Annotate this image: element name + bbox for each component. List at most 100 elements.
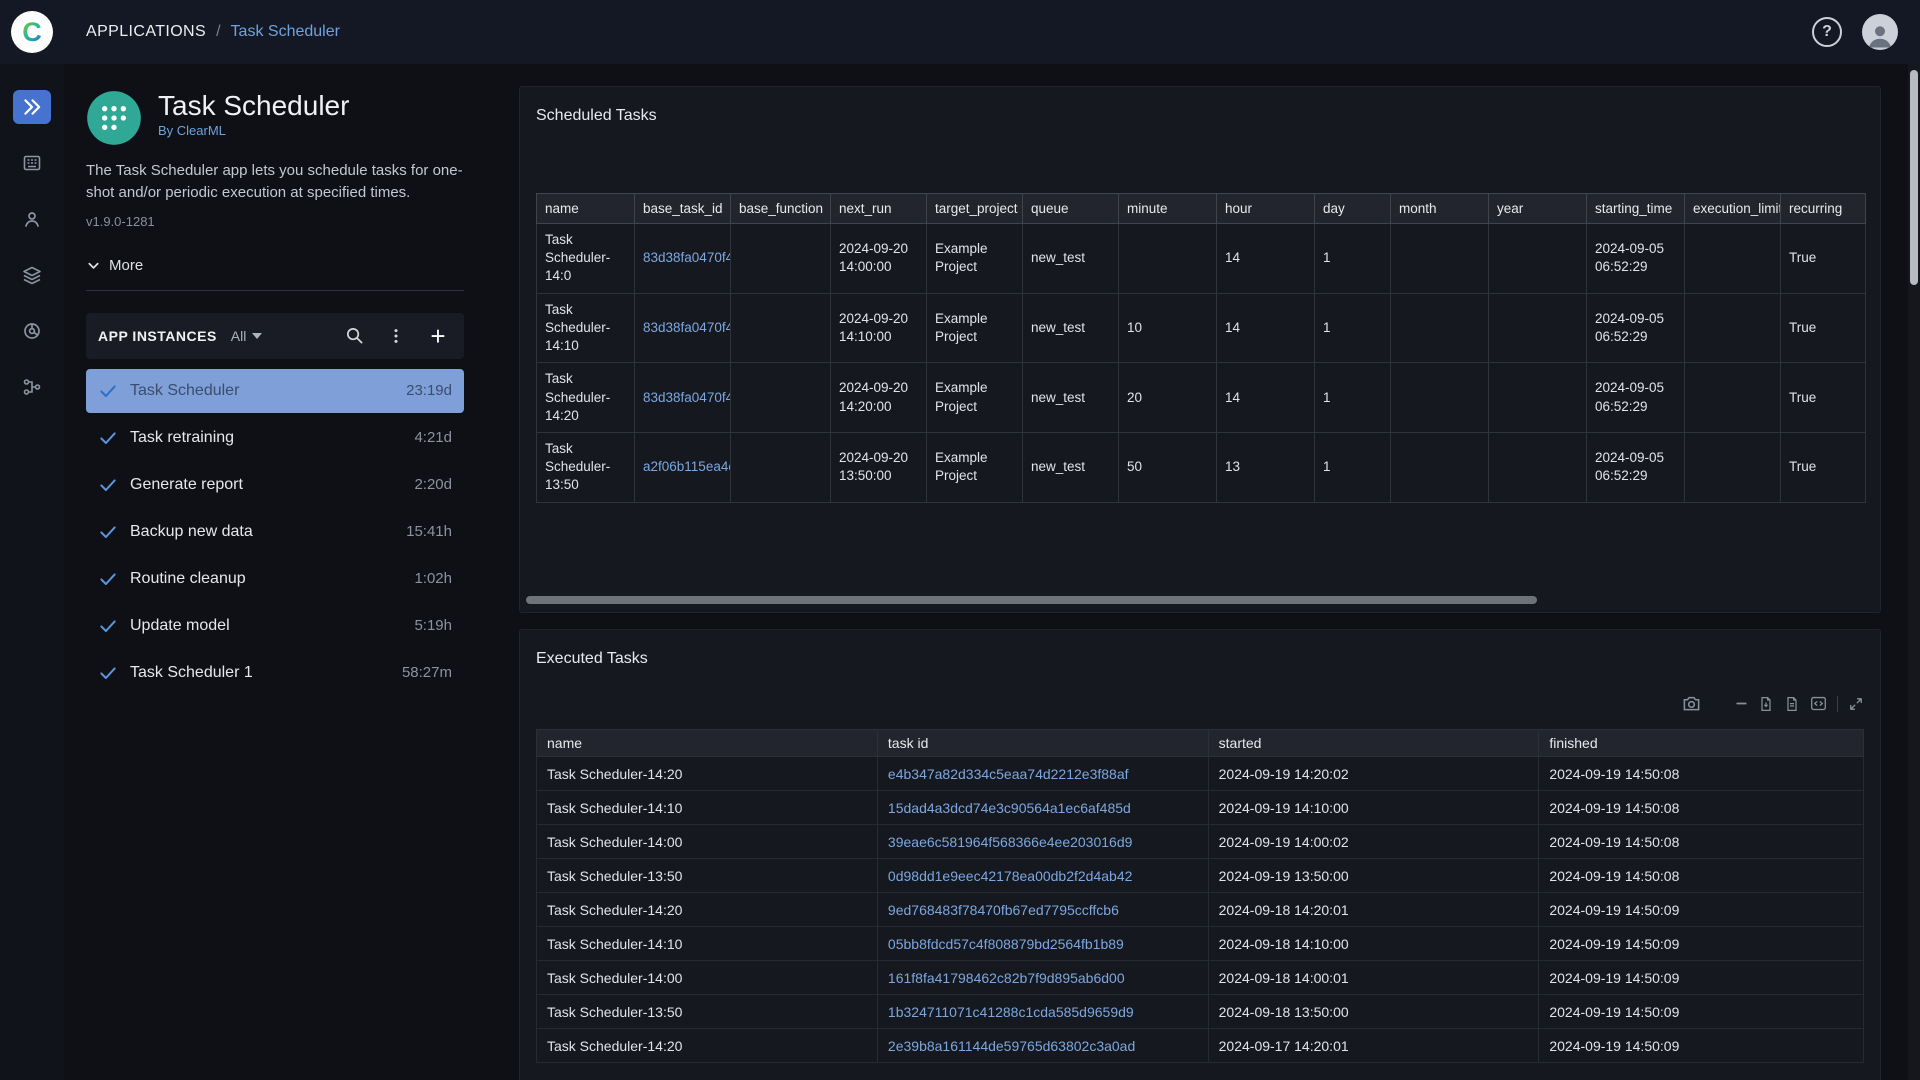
table-cell: True: [1780, 223, 1866, 294]
person-icon: [1868, 26, 1892, 48]
table-cell: 2024-09-19 14:50:08: [1538, 790, 1864, 825]
app-instance-item[interactable]: Task Scheduler 23:19d: [86, 368, 464, 413]
instances-filter-dropdown[interactable]: All: [231, 328, 263, 344]
app-instances-bar: APP INSTANCES All +: [86, 312, 464, 359]
table-cell: 2024-09-18 13:50:00: [1207, 994, 1540, 1029]
sidenav-pipelines[interactable]: [13, 370, 51, 404]
column-header: month: [1390, 193, 1489, 224]
sidenav-applications[interactable]: [13, 90, 51, 124]
table-cell: [1684, 362, 1781, 433]
table-cell: 2024-09-19 14:50:08: [1538, 858, 1864, 893]
app-description: The Task Scheduler app lets you schedule…: [86, 162, 463, 201]
breadcrumb-applications[interactable]: APPLICATIONS: [86, 23, 206, 41]
table-cell: 14: [1216, 362, 1315, 433]
app-instance-item[interactable]: Task Scheduler 1 58:27m: [86, 651, 464, 695]
table-cell: [1390, 223, 1489, 294]
table-cell: True: [1780, 362, 1866, 433]
clearml-logo[interactable]: C: [11, 11, 53, 53]
horizontal-scrollbar-thumb[interactable]: [526, 596, 1537, 604]
download-csv-icon[interactable]: [1784, 696, 1800, 712]
task-id-link[interactable]: 0d98dd1e9eec42178ea00db2f2d4ab42: [876, 858, 1209, 893]
instance-duration: 4:21d: [414, 429, 452, 446]
sidenav-reports[interactable]: [13, 314, 51, 348]
task-id-link[interactable]: 83d38fa0470f4b: [634, 362, 731, 433]
table-cell: Task Scheduler-14:20: [536, 756, 878, 791]
task-id-link[interactable]: 39eae6c581964f568366e4ee203016d9: [876, 824, 1209, 859]
table-cell: Task Scheduler-13:50: [536, 994, 878, 1029]
table-cell: Task Scheduler-14:00: [536, 824, 878, 859]
instance-name: Routine cleanup: [130, 569, 246, 587]
column-header: year: [1488, 193, 1587, 224]
table-row: Task Scheduler-14:10 15dad4a3dcd74e3c9056…: [536, 790, 1864, 825]
column-header: starting_time: [1586, 193, 1685, 224]
help-icon[interactable]: ?: [1812, 17, 1842, 47]
table-row: Task Scheduler-14:20 9ed768483f78470fb67e…: [536, 892, 1864, 927]
byline-link[interactable]: By ClearML: [158, 123, 226, 138]
table-cell: new_test: [1022, 223, 1119, 294]
applications-icon: [21, 96, 43, 118]
expand-icon[interactable]: [1848, 696, 1864, 712]
task-id-link[interactable]: 05bb8fdcd57c4f808879bd2564fb1b89: [876, 926, 1209, 961]
task-id-link[interactable]: 9ed768483f78470fb67ed7795ccffcb6: [876, 892, 1209, 927]
app-instance-item[interactable]: Update model 5:19h: [86, 604, 464, 648]
task-id-link[interactable]: a2f06b115ea4e: [634, 431, 731, 503]
task-id-link[interactable]: 83d38fa0470f4b: [634, 223, 731, 294]
task-id-link[interactable]: 1b324711071c41288c1cda585d9659d9: [876, 994, 1209, 1029]
table-cell: [1488, 431, 1587, 503]
column-header: hour: [1216, 193, 1315, 224]
horizontal-scrollbar[interactable]: [526, 596, 1874, 604]
table-cell: 2024-09-19 13:50:00: [1207, 858, 1540, 893]
table-cell: Task Scheduler-14:10: [536, 292, 635, 364]
more-label: More: [109, 256, 144, 274]
side-nav: [0, 64, 64, 1080]
user-avatar[interactable]: [1862, 14, 1898, 50]
table-cell: [1488, 292, 1587, 364]
column-header: day: [1314, 193, 1391, 224]
table-row: Task Scheduler-14:10 05bb8fdcd57c4f808879…: [536, 926, 1864, 961]
vertical-scrollbar[interactable]: [1908, 64, 1920, 1080]
column-header: name: [536, 193, 635, 224]
executed-tasks-title: Executed Tasks: [536, 650, 648, 667]
filter-value: All: [230, 327, 247, 344]
sidenav-projects[interactable]: [13, 146, 51, 180]
app-title: Task Scheduler: [158, 90, 350, 121]
task-id-link[interactable]: 2e39b8a161144de59765d63802c3a0ad: [876, 1028, 1209, 1063]
table-cell: Task Scheduler-13:50: [536, 431, 635, 503]
instance-name: Task retraining: [130, 428, 235, 446]
table-cell: 20: [1118, 362, 1217, 433]
embed-code-icon[interactable]: [1810, 695, 1827, 712]
more-toggle[interactable]: More: [86, 257, 143, 274]
download-file-icon[interactable]: [1758, 696, 1774, 712]
main-content: Scheduled Tasks name base_task_id base_fun…: [519, 64, 1920, 1080]
camera-icon[interactable]: [1682, 694, 1701, 713]
app-instance-item[interactable]: Routine cleanup 1:02h: [86, 557, 464, 601]
instance-name: Generate report: [130, 475, 243, 493]
table-cell: [730, 292, 831, 364]
table-row: Task Scheduler-14:2083d38fa0470f4b 2024-0…: [536, 362, 1866, 433]
table-cell: 2024-09-19 14:50:08: [1538, 824, 1864, 859]
sidenav-datasets[interactable]: [13, 258, 51, 292]
projects-icon: [22, 153, 42, 173]
table-cell: 2024-09-18 14:20:01: [1207, 892, 1540, 927]
app-instance-item[interactable]: Task retraining 4:21d: [86, 416, 464, 460]
kebab-menu-icon[interactable]: [382, 322, 410, 350]
minus-icon[interactable]: [1735, 697, 1748, 710]
task-id-link[interactable]: e4b347a82d334c5eaa74d2212e3f88af: [876, 756, 1209, 791]
app-instance-item[interactable]: Backup new data 15:41h: [86, 510, 464, 554]
instance-duration: 15:41h: [406, 523, 452, 540]
table-cell: 2024-09-20 14:20:00: [830, 362, 927, 433]
breadcrumb-current: Task Scheduler: [230, 23, 340, 40]
app-instance-item[interactable]: Generate report 2:20d: [86, 463, 464, 507]
table-row: Task Scheduler-14:20 2e39b8a161144de59765…: [536, 1028, 1864, 1063]
header-row: name base_task_id base_function next_run tar…: [536, 193, 1866, 224]
task-id-link[interactable]: 15dad4a3dcd74e3c90564a1ec6af485d: [876, 790, 1209, 825]
table-cell: 1: [1314, 292, 1391, 364]
task-id-link[interactable]: 83d38fa0470f4b: [634, 292, 731, 364]
task-id-link[interactable]: 161f8fa41798462c82b7f9d895ab6d00: [876, 960, 1209, 995]
vertical-scrollbar-thumb[interactable]: [1910, 70, 1918, 285]
search-icon[interactable]: [340, 322, 368, 350]
topbar-actions: ?: [1812, 14, 1898, 50]
plus-icon[interactable]: +: [424, 322, 452, 350]
instance-duration: 23:19d: [406, 382, 452, 399]
sidenav-workers[interactable]: [13, 202, 51, 236]
